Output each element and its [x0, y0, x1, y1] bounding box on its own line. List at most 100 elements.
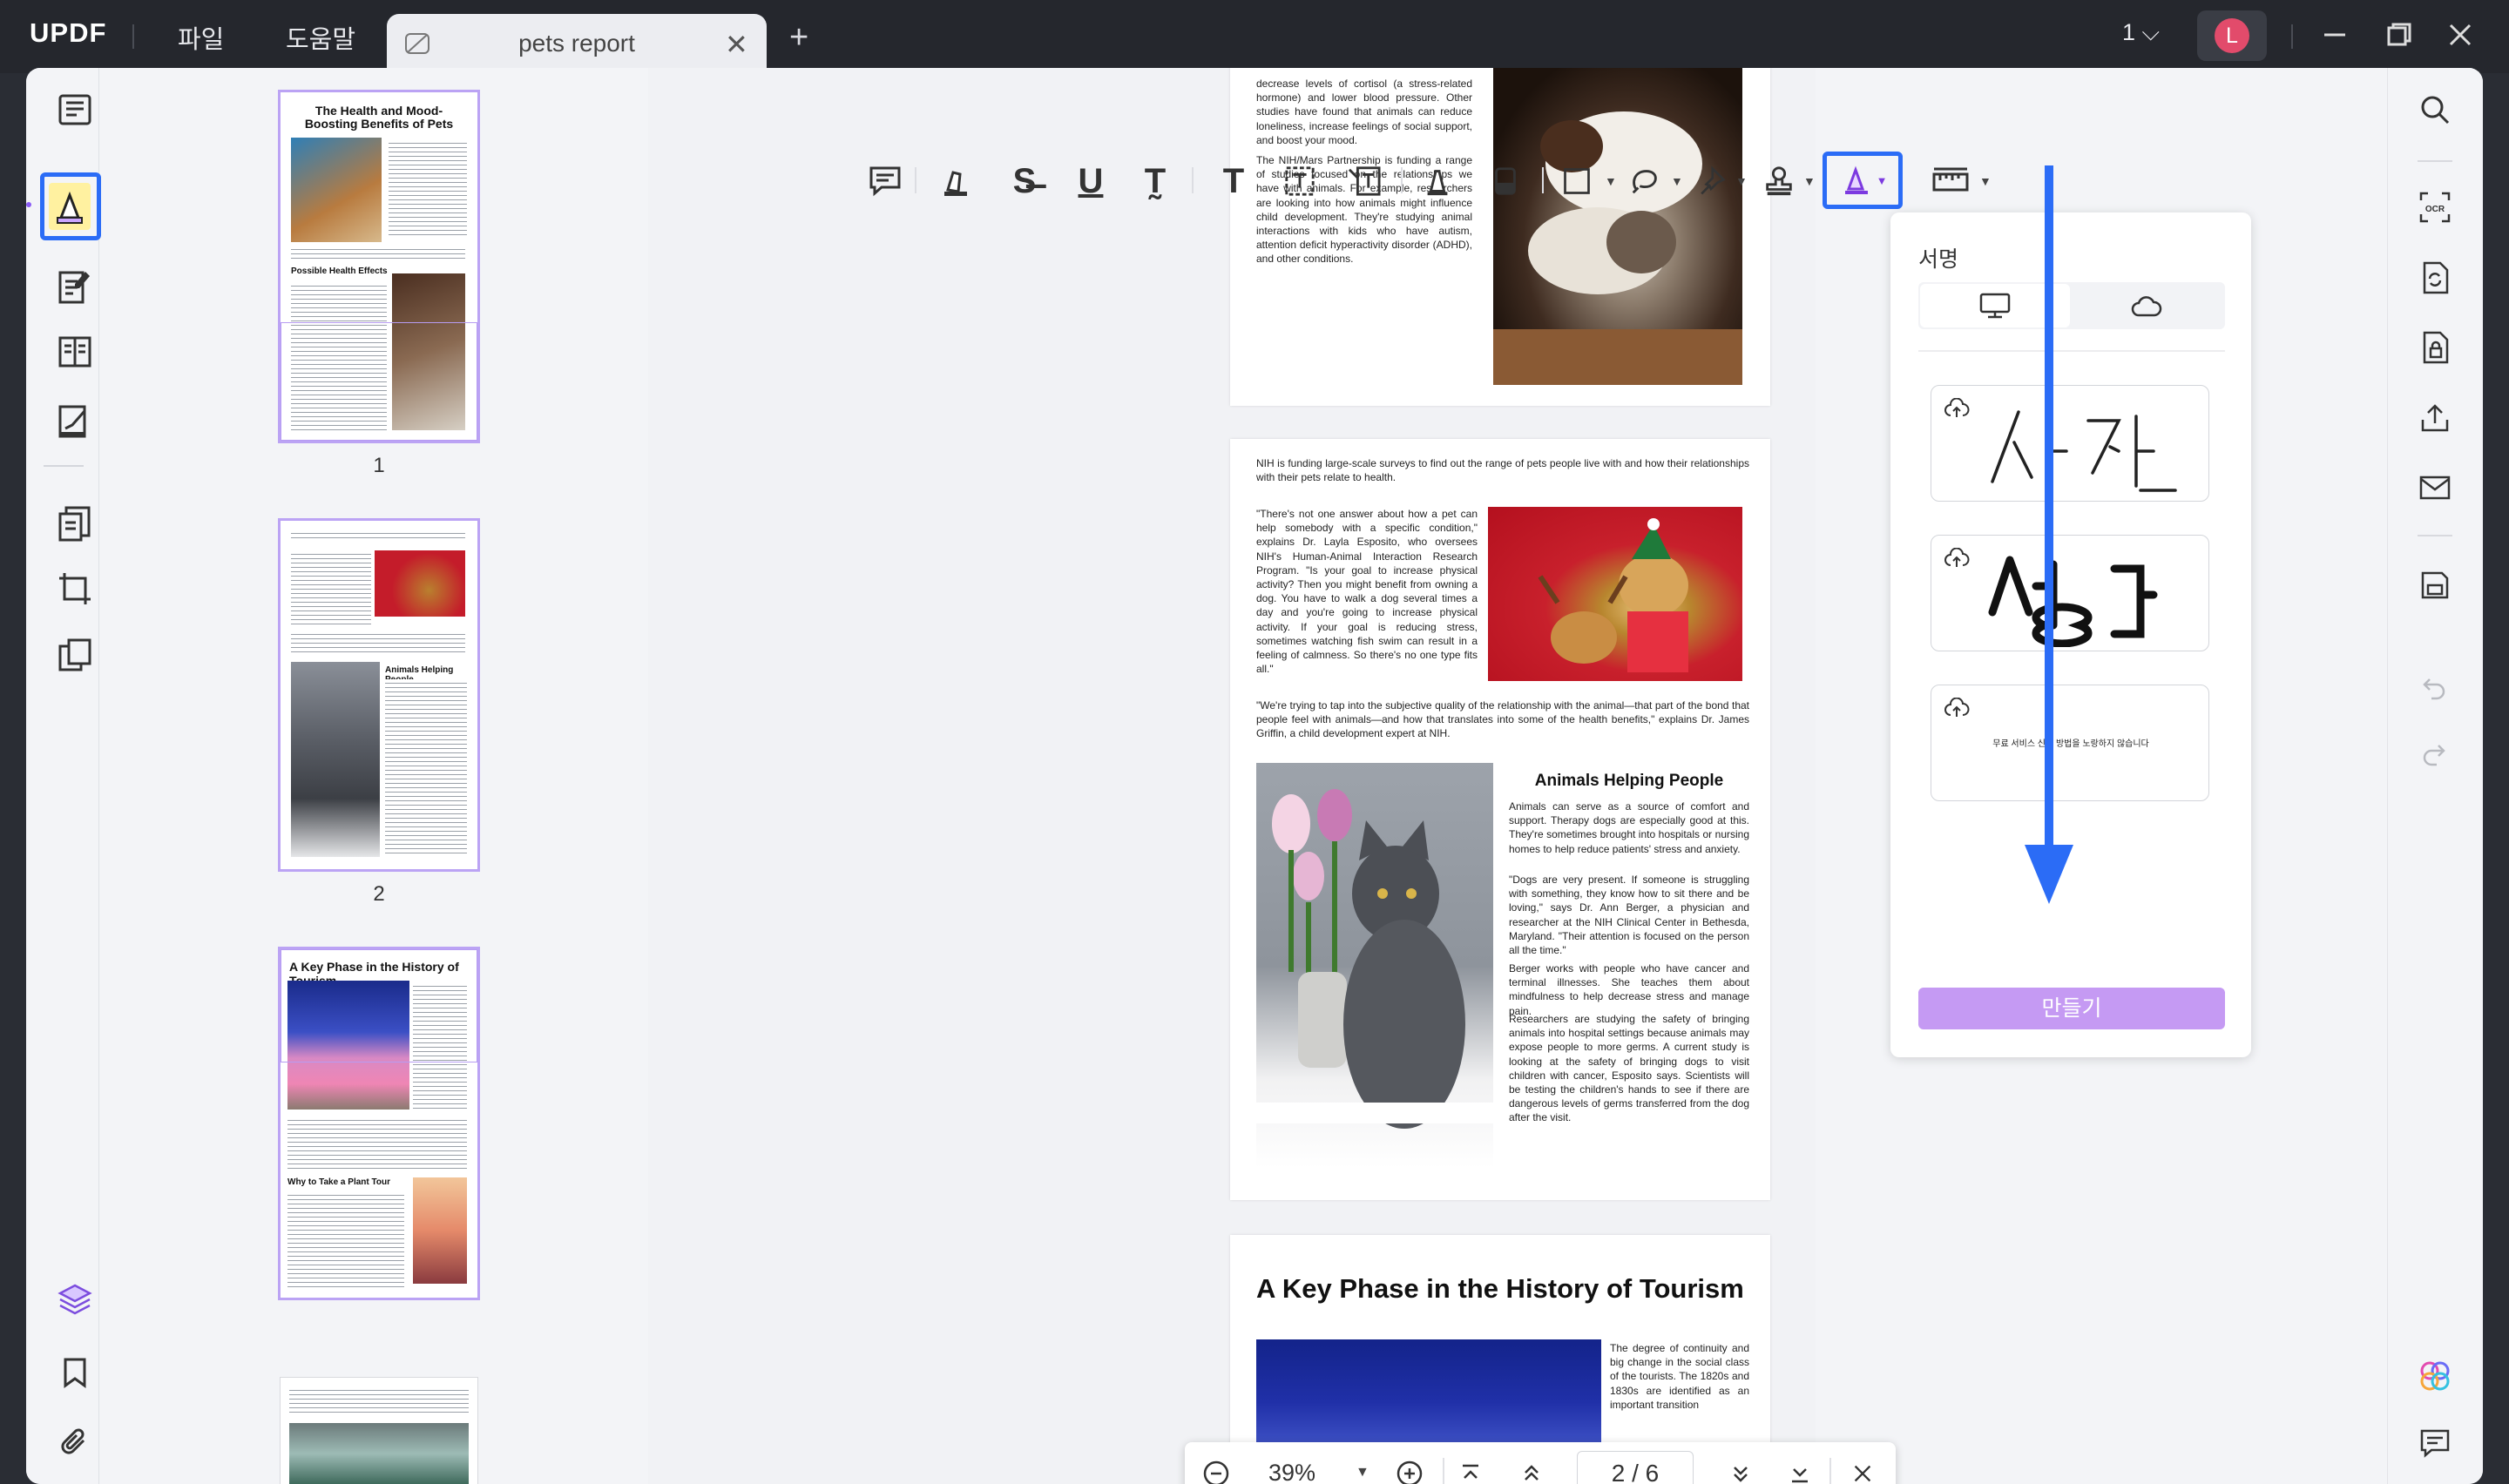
protect-icon[interactable] [2419, 331, 2451, 364]
thumbnail-page-1[interactable]: The Health and Mood-Boosting Benefits of… [281, 92, 477, 441]
thumb3-subheading: Why to Take a Plant Tour [287, 1177, 390, 1187]
zoom-navigation-bar: 39% ▼ 2 / 6 [1185, 1442, 1896, 1484]
convert-icon[interactable] [2419, 261, 2451, 294]
close-tab-icon[interactable]: ✕ [725, 28, 748, 61]
close-nav-icon[interactable] [1843, 1454, 1882, 1484]
first-page-icon[interactable] [1451, 1454, 1490, 1484]
title-bar: UPDF 파일 도움말 pets report ✕ + 1 ⌵ L [0, 0, 2509, 73]
dogs-photo [375, 550, 465, 617]
thumbnail-page-3[interactable]: A Key Phase in the History of Tourism Wh… [281, 949, 477, 1298]
email-icon[interactable] [2419, 474, 2451, 502]
edit-pdf-icon[interactable] [57, 268, 92, 305]
page3-side-text: The degree of continuity and big change … [1610, 1342, 1749, 1411]
cat-tulips-photo [1256, 763, 1493, 1169]
comments-list-icon[interactable] [2419, 1428, 2451, 1458]
pin-icon[interactable] [1688, 155, 1734, 207]
last-page-icon[interactable] [1781, 1454, 1819, 1484]
thumbnail-panel: The Health and Mood-Boosting Benefits of… [101, 68, 648, 1484]
comment-toolbar: S̶ U T̰ T ▼ ▼ ▼ ▼ ▼ ▼ [862, 152, 2195, 209]
minimize-icon[interactable] [2317, 17, 2352, 52]
page-number-input[interactable]: 2 / 6 [1577, 1451, 1694, 1484]
caret-down-icon[interactable]: ▼ [1979, 174, 1992, 188]
close-window-icon[interactable] [2443, 17, 2478, 52]
total-pages: 6 [1645, 1460, 1660, 1484]
next-page-icon[interactable] [1721, 1454, 1760, 1484]
viewport-indicator [281, 949, 477, 1062]
squiggly-icon[interactable]: T̰ [1133, 155, 1178, 207]
restore-icon[interactable] [2382, 17, 2417, 52]
signature-tool-button[interactable]: ▼ [1823, 152, 1903, 209]
eraser-icon[interactable] [1483, 155, 1528, 207]
active-dot [26, 202, 31, 207]
text-block [291, 530, 465, 542]
caret-down-icon[interactable]: ▼ [1605, 174, 1617, 188]
organize-icon[interactable] [57, 334, 92, 369]
thumbnail-page-2[interactable]: Animals Helping People [281, 521, 477, 869]
layers-icon[interactable] [57, 1282, 92, 1317]
document-tab[interactable]: pets report ✕ [387, 14, 767, 73]
page2-para-3: Berger works with people who have cancer… [1509, 962, 1749, 1017]
crop-icon[interactable] [57, 571, 92, 606]
caret-down-icon[interactable]: ▼ [1671, 174, 1683, 188]
previous-page-icon[interactable] [1512, 1454, 1551, 1484]
fill-sign-icon[interactable] [57, 402, 92, 441]
right-tool-rail: OCR [2387, 68, 2483, 1484]
dog-cat-photo [1493, 68, 1742, 385]
page2-heading: Animals Helping People [1534, 772, 1724, 790]
sticky-note-icon[interactable] [862, 155, 908, 207]
menu-help[interactable]: 도움말 [286, 19, 355, 56]
user-avatar[interactable]: L [2197, 10, 2267, 61]
text-block [287, 1116, 467, 1170]
shape-icon[interactable] [1554, 155, 1599, 207]
new-tab-button[interactable]: + [789, 19, 808, 57]
zoom-in-icon[interactable] [1390, 1454, 1429, 1484]
cat-photo [291, 138, 382, 242]
comment-mode-icon[interactable] [49, 183, 91, 230]
caret-down-icon[interactable]: ▼ [1735, 174, 1748, 188]
save-icon[interactable] [2419, 570, 2451, 601]
cloud-upload-icon[interactable] [1944, 547, 1970, 569]
text-comment-icon[interactable]: T [1211, 155, 1256, 207]
ocr-icon[interactable]: OCR [2419, 192, 2451, 223]
signature-panel-title: 서명 [1918, 247, 1959, 272]
zoom-dropdown-icon[interactable]: ▼ [1356, 1465, 1369, 1481]
computer-icon [1979, 293, 2011, 319]
text-block [291, 631, 465, 655]
zoom-level[interactable]: 39% [1268, 1460, 1315, 1484]
menu-file[interactable]: 파일 [178, 19, 224, 56]
stamp-icon[interactable] [1756, 155, 1802, 207]
text-block [291, 550, 371, 625]
search-icon[interactable] [2419, 94, 2451, 125]
lasso-icon[interactable] [1622, 155, 1667, 207]
text-box-icon[interactable] [1277, 155, 1322, 207]
redo-icon[interactable] [2421, 742, 2447, 766]
measure-icon[interactable] [1927, 155, 1974, 207]
text-callout-icon[interactable] [1342, 155, 1387, 207]
current-page: 2 [1611, 1460, 1626, 1484]
viewport-indicator [281, 322, 477, 441]
cloud-icon[interactable] [2131, 294, 2162, 319]
updf-logo: UPDF [30, 17, 107, 48]
reader-icon[interactable] [57, 92, 92, 127]
underline-icon[interactable]: U [1068, 155, 1113, 207]
compare-icon[interactable] [57, 637, 92, 672]
ai-assistant-icon[interactable] [2418, 1359, 2452, 1393]
attachment-icon[interactable] [61, 1427, 89, 1458]
share-icon[interactable] [2419, 402, 2451, 434]
undo-icon[interactable] [2421, 676, 2447, 700]
page-tools-icon[interactable] [57, 505, 92, 542]
create-signature-button[interactable]: 만들기 [1918, 988, 2225, 1029]
cloud-upload-icon[interactable] [1944, 697, 1970, 718]
app-window: The Health and Mood-Boosting Benefits of… [26, 68, 2483, 1484]
strikethrough-icon[interactable]: S̶ [1002, 155, 1047, 207]
zoom-out-icon[interactable] [1197, 1454, 1235, 1484]
document-view[interactable]: decrease levels of cortisol (a stress-re… [648, 68, 1816, 1484]
highlight-icon[interactable] [932, 155, 977, 207]
pencil-icon[interactable] [1415, 155, 1460, 207]
text-block [389, 139, 467, 235]
thumbnail-page-4[interactable] [281, 1378, 477, 1484]
caret-down-icon[interactable]: ▼ [1803, 174, 1816, 188]
bookmark-icon[interactable] [61, 1357, 89, 1388]
divider [2418, 535, 2452, 536]
page-indicator[interactable]: 1 ⌵ [2122, 19, 2160, 47]
